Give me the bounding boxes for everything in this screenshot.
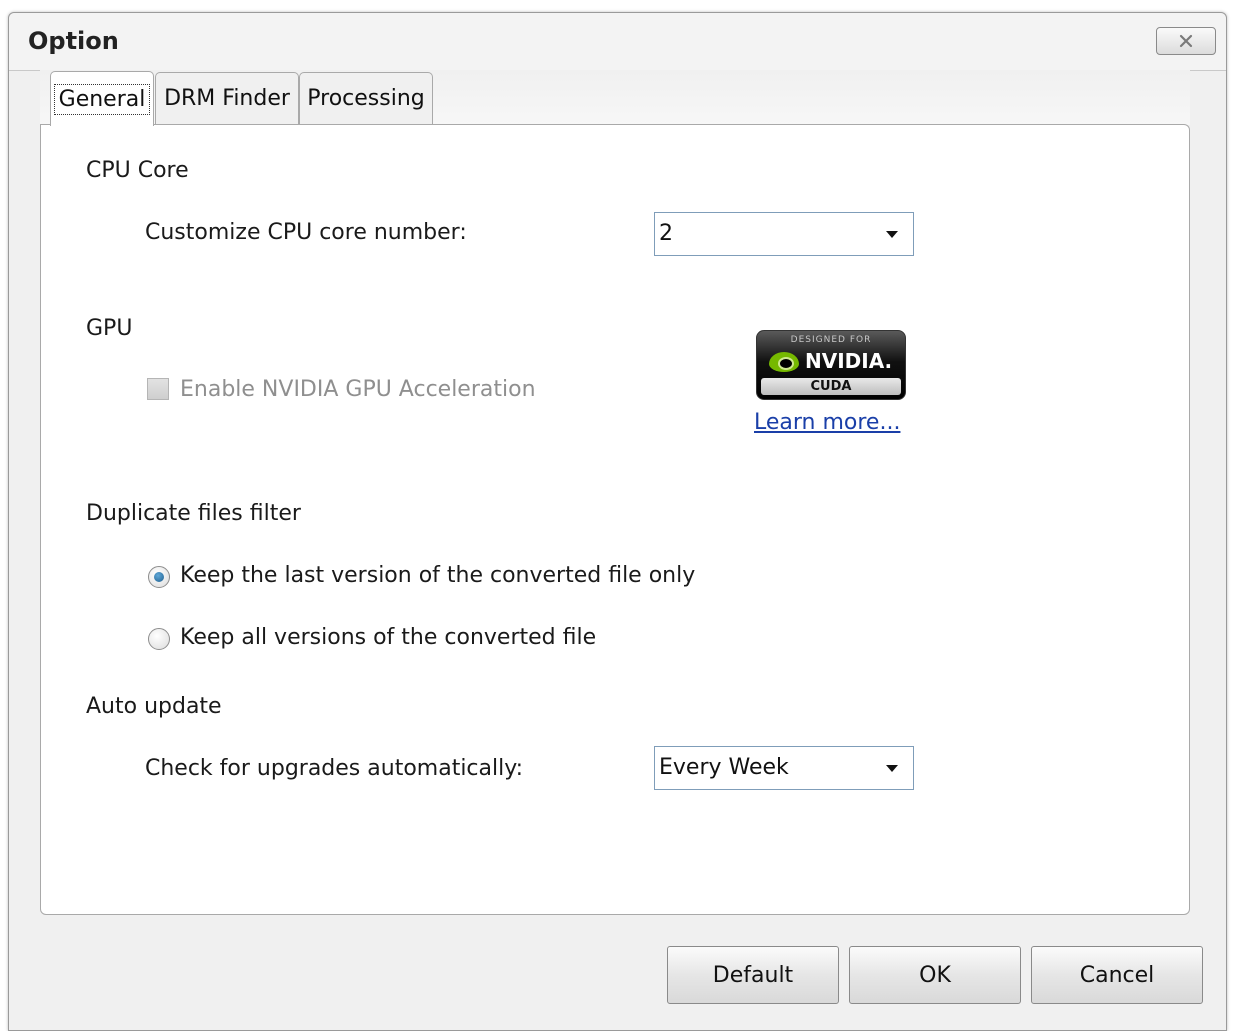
close-button[interactable] (1156, 27, 1216, 55)
keep-all-versions-radio[interactable] (148, 628, 170, 650)
badge-top-text: DESIGNED FOR (790, 335, 872, 345)
keep-last-version-radio[interactable] (148, 566, 170, 588)
learn-more-link[interactable]: Learn more... (754, 410, 900, 435)
chevron-down-icon[interactable] (873, 749, 911, 787)
duplicate-filter-heading: Duplicate files filter (86, 501, 301, 526)
gpu-heading: GPU (86, 316, 133, 341)
chevron-down-icon[interactable] (873, 215, 911, 253)
tab-processing[interactable]: Processing (299, 72, 433, 124)
cpu-core-value: 2 (659, 221, 673, 246)
keep-last-version-label[interactable]: Keep the last version of the converted f… (180, 563, 695, 588)
tab-general[interactable]: General (50, 71, 154, 126)
title-bar: Option (9, 13, 1226, 71)
gpu-acceleration-checkbox[interactable] (147, 378, 169, 400)
tab-drm-finder[interactable]: DRM Finder (155, 72, 299, 124)
keep-all-versions-label[interactable]: Keep all versions of the converted file (180, 625, 596, 650)
auto-update-heading: Auto update (86, 694, 222, 719)
tab-drm-finder-label: DRM Finder (164, 86, 290, 111)
ok-button[interactable]: OK (849, 946, 1021, 1004)
gpu-acceleration-label: Enable NVIDIA GPU Acceleration (180, 377, 536, 402)
cancel-button[interactable]: Cancel (1031, 946, 1203, 1004)
nvidia-eye-icon (769, 352, 799, 372)
badge-brand-text: NVIDIA. (805, 349, 893, 373)
auto-update-select[interactable]: Every Week (654, 746, 914, 790)
default-button[interactable]: Default (667, 946, 839, 1004)
radio-selected-dot (154, 572, 164, 582)
cpu-core-heading: CPU Core (86, 158, 189, 183)
close-x-icon (1179, 34, 1193, 48)
badge-bottom-text: CUDA (761, 378, 901, 395)
dialog-title: Option (28, 27, 119, 55)
cpu-core-select[interactable]: 2 (654, 212, 914, 256)
auto-update-value: Every Week (659, 755, 789, 780)
tab-processing-label: Processing (307, 86, 425, 111)
auto-update-label: Check for upgrades automatically: (145, 756, 524, 781)
tab-general-label: General (53, 83, 151, 115)
cpu-core-label: Customize CPU core number: (145, 220, 467, 245)
nvidia-cuda-badge: DESIGNED FOR NVIDIA. CUDA (756, 330, 906, 400)
